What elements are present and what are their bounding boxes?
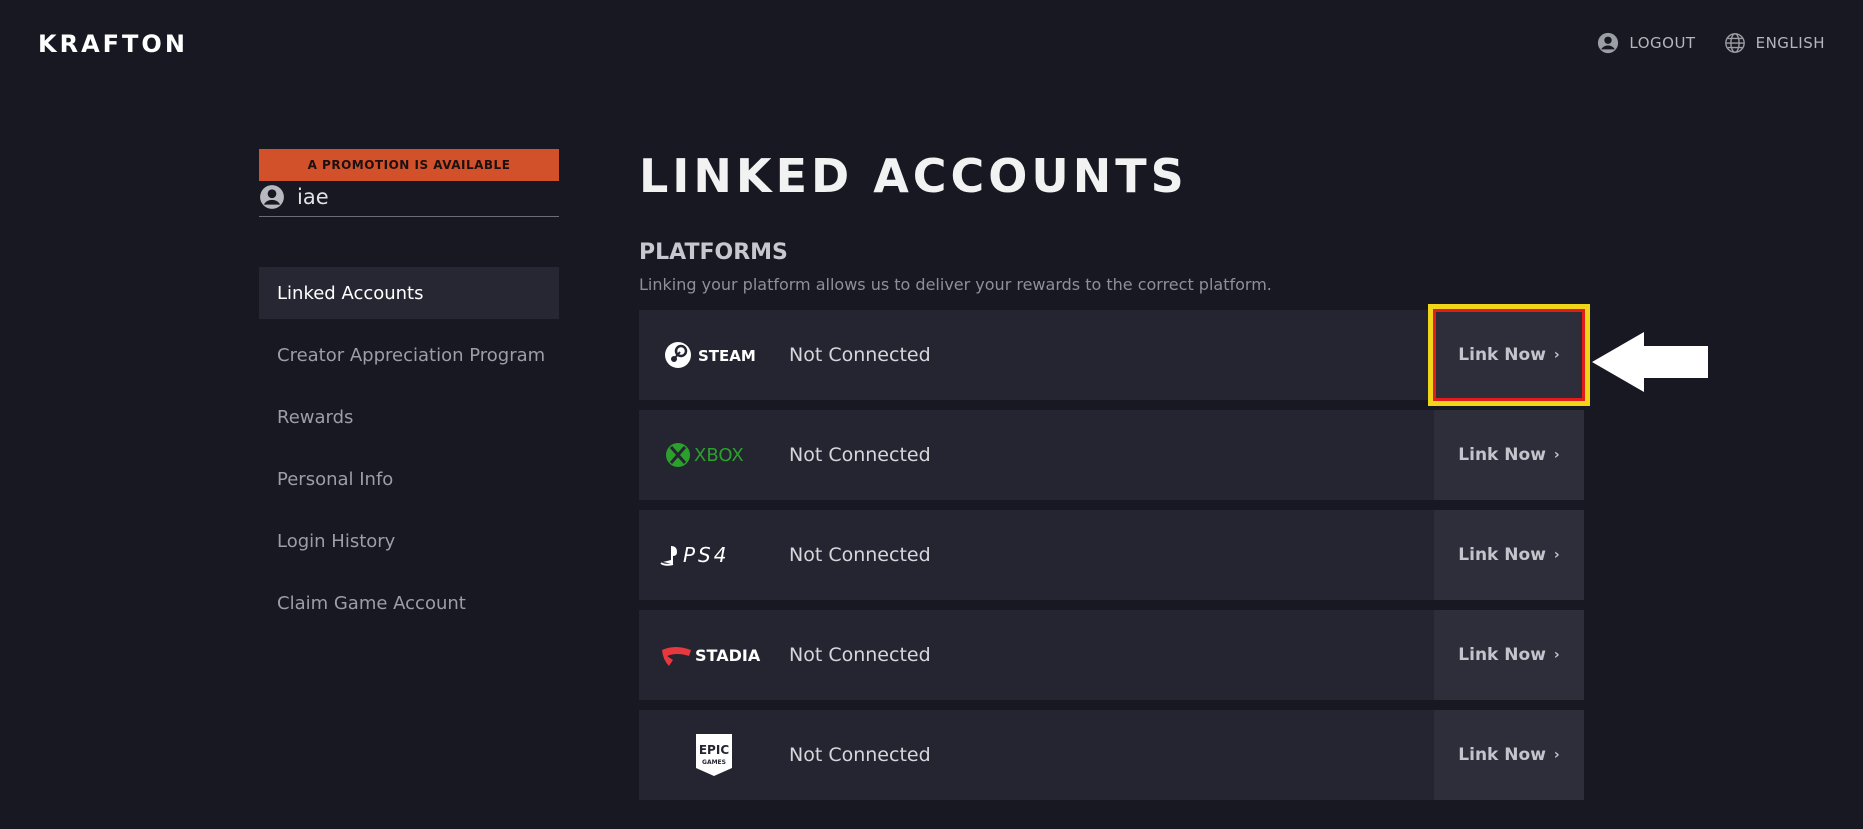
logout-label: LOGOUT	[1629, 34, 1696, 52]
user-circle-icon	[1598, 32, 1619, 54]
steam-logo: STEAM	[639, 338, 789, 372]
link-now-button-epic[interactable]: Link Now ›	[1434, 710, 1584, 800]
ps4-logo-text: PS4	[683, 543, 729, 567]
user-avatar-icon	[260, 184, 284, 209]
chevron-right-icon: ›	[1553, 747, 1560, 763]
section-title: PLATFORMS	[639, 240, 788, 265]
stadia-logo: STADIA	[639, 638, 789, 672]
platform-row-ps4: PS4 Not Connected Link Now ›	[639, 510, 1584, 600]
chevron-right-icon: ›	[1553, 647, 1560, 663]
logout-button[interactable]: LOGOUT	[1597, 32, 1695, 54]
link-now-button-ps4[interactable]: Link Now ›	[1434, 510, 1584, 600]
link-now-label: Link Now	[1458, 645, 1546, 665]
krafton-logo[interactable]: KRAFTON	[38, 30, 188, 58]
svg-text:EPIC: EPIC	[699, 743, 729, 757]
epic-games-logo: EPIC GAMES	[639, 732, 789, 778]
platform-status: Not Connected	[789, 544, 931, 566]
page-title: LINKED ACCOUNTS	[639, 149, 1188, 203]
chevron-right-icon: ›	[1553, 347, 1560, 363]
globe-icon	[1724, 33, 1745, 53]
platform-list: STEAM Not Connected Link Now › XBOX Not …	[639, 309, 1585, 800]
xbox-logo-text: XBOX	[694, 445, 744, 466]
sidebar-item-rewards[interactable]: Rewards	[259, 391, 559, 443]
promotion-banner[interactable]: A PROMOTION IS AVAILABLE	[259, 149, 559, 181]
language-label: ENGLISH	[1755, 34, 1825, 52]
sidebar-item-creator-appreciation[interactable]: Creator Appreciation Program	[259, 329, 559, 381]
sidebar: A PROMOTION IS AVAILABLE iae Linked Acco…	[259, 149, 559, 639]
header: KRAFTON LOGOUT ENGLISH	[0, 0, 1863, 90]
platform-status: Not Connected	[789, 644, 931, 666]
link-now-button-stadia[interactable]: Link Now ›	[1434, 610, 1584, 700]
link-now-button-xbox[interactable]: Link Now ›	[1434, 410, 1584, 500]
link-now-label: Link Now	[1458, 745, 1546, 765]
sidebar-item-claim-game-account[interactable]: Claim Game Account	[259, 577, 559, 629]
annotation-arrow-icon	[1592, 332, 1708, 392]
main-content: LINKED ACCOUNTS PLATFORMS Linking your p…	[639, 146, 1585, 810]
header-actions: LOGOUT ENGLISH	[1597, 32, 1825, 54]
section-description: Linking your platform allows us to deliv…	[639, 275, 1272, 294]
chevron-right-icon: ›	[1553, 547, 1560, 563]
platform-row-epic: EPIC GAMES Not Connected Link Now ›	[639, 710, 1584, 800]
svg-text:GAMES: GAMES	[702, 759, 726, 766]
platform-status: Not Connected	[789, 344, 931, 366]
user-profile: iae	[259, 181, 559, 217]
platform-row-xbox: XBOX Not Connected Link Now ›	[639, 410, 1584, 500]
stadia-logo-text: STADIA	[695, 646, 761, 665]
platform-status: Not Connected	[789, 444, 931, 466]
sidebar-item-personal-info[interactable]: Personal Info	[259, 453, 559, 505]
sidebar-nav: Linked Accounts Creator Appreciation Pro…	[259, 267, 559, 629]
link-now-label: Link Now	[1458, 345, 1546, 365]
sidebar-item-linked-accounts[interactable]: Linked Accounts	[259, 267, 559, 319]
language-selector[interactable]: ENGLISH	[1724, 32, 1825, 54]
steam-logo-text: STEAM	[698, 347, 756, 365]
username: iae	[297, 184, 329, 209]
link-now-label: Link Now	[1458, 445, 1546, 465]
link-now-button-steam[interactable]: Link Now ›	[1433, 309, 1585, 401]
platform-row-stadia: STADIA Not Connected Link Now ›	[639, 610, 1584, 700]
chevron-right-icon: ›	[1553, 447, 1560, 463]
xbox-logo: XBOX	[639, 438, 789, 472]
playstation-logo: PS4	[639, 538, 789, 572]
sidebar-item-login-history[interactable]: Login History	[259, 515, 559, 567]
link-now-label: Link Now	[1458, 545, 1546, 565]
platform-status: Not Connected	[789, 744, 931, 766]
platform-row-steam: STEAM Not Connected Link Now ›	[639, 309, 1585, 401]
